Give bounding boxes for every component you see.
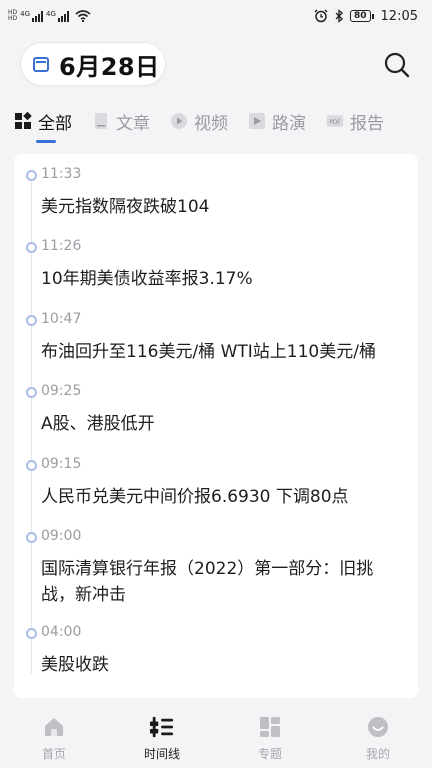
timeline-dot <box>26 242 37 253</box>
document-icon <box>92 112 110 130</box>
timeline-dot <box>26 315 37 326</box>
roadshow-icon <box>248 112 266 130</box>
network1-label: 4G <box>20 10 31 18</box>
timeline-dot <box>26 387 37 398</box>
nav-topics-label: 专题 <box>257 746 282 761</box>
timeline-time: 09:15 <box>41 456 82 472</box>
timeline-title: 10年期美债收益率报3.17% <box>41 269 253 289</box>
date-picker-button[interactable]: 6月28日 <box>20 42 166 86</box>
profile-icon <box>366 715 390 739</box>
tab-articles[interactable]: 文章 <box>92 108 150 134</box>
svg-text:PDF: PDF <box>329 120 340 126</box>
timeline-title: 人民币兑美元中间价报6.6930 下调80点 <box>41 487 349 507</box>
calendar-icon <box>33 56 49 72</box>
status-right: 80 12:05 <box>314 9 418 24</box>
current-date: 6月28日 <box>59 52 160 81</box>
sim1-indicator: HD HD <box>8 10 17 22</box>
nav-profile-label: 我的 <box>365 746 390 761</box>
grid-icon <box>14 112 32 130</box>
timeline-time: 10:47 <box>41 311 82 327</box>
tab-all-label: 全部 <box>38 113 72 134</box>
tab-roadshow[interactable]: 路演 <box>248 108 306 134</box>
bluetooth-icon <box>335 9 343 23</box>
timeline-dot <box>26 460 37 471</box>
play-icon <box>170 112 188 130</box>
timeline-time: 09:25 <box>41 383 82 399</box>
nav-timeline[interactable]: 时间线 <box>122 715 202 762</box>
tab-articles-label: 文章 <box>116 113 150 134</box>
timeline-title: 美股收跌 <box>41 655 109 675</box>
home-icon <box>42 715 66 739</box>
timeline-time: 11:33 <box>41 166 82 182</box>
timeline-title: 美元指数隔夜跌破104 <box>41 197 210 217</box>
tab-all[interactable]: 全部 <box>14 108 72 143</box>
wifi-icon <box>75 10 91 22</box>
active-tab-indicator <box>36 140 56 143</box>
nav-home-label: 首页 <box>41 746 66 761</box>
timeline-time: 11:26 <box>41 238 82 254</box>
nav-timeline-label: 时间线 <box>143 746 180 761</box>
status-left: HD HD 4G 4G <box>8 10 91 22</box>
sim2-label: HD <box>8 15 18 22</box>
network2-label: 4G <box>46 10 56 18</box>
timeline-title: 布油回升至116美元/桶 WTI站上110美元/桶 <box>41 342 376 362</box>
timeline-time: 04:00 <box>41 624 82 640</box>
search-icon[interactable] <box>382 50 412 80</box>
bottom-navigation: 首页 时间线 专题 我的 <box>0 708 432 768</box>
nav-home[interactable]: 首页 <box>14 715 94 762</box>
pdf-icon: PDF <box>326 112 344 130</box>
nav-profile[interactable]: 我的 <box>338 715 418 762</box>
timeline-title: 国际清算银行年报（2022）第一部分：旧挑战，新冲击 <box>41 559 374 605</box>
tab-videos[interactable]: 视频 <box>170 108 228 134</box>
header: 6月28日 <box>0 40 432 88</box>
tab-reports[interactable]: PDF 报告 <box>326 108 384 134</box>
signal1-icon <box>32 10 44 22</box>
signal2-icon <box>57 10 69 22</box>
nav-topics[interactable]: 专题 <box>230 715 310 762</box>
timeline-dot <box>26 628 37 639</box>
timeline-dot <box>26 532 37 543</box>
category-tabs: 全部 文章 视频 路演 PDF 报告 <box>0 108 432 146</box>
timeline-title: A股、港股低开 <box>41 414 155 434</box>
status-time: 12:05 <box>380 8 418 24</box>
topics-icon <box>258 715 282 739</box>
tab-videos-label: 视频 <box>194 113 228 134</box>
timeline-card: 11:33 美元指数隔夜跌破104 11:26 10年期美债收益率报3.17% … <box>14 154 418 698</box>
tab-roadshow-label: 路演 <box>272 113 306 134</box>
timeline-time: 09:00 <box>41 528 82 544</box>
timeline-icon <box>150 715 174 739</box>
timeline-dot <box>26 170 37 181</box>
battery-indicator: 80 <box>350 10 374 22</box>
alarm-icon <box>314 9 328 23</box>
status-bar: HD HD 4G 4G 80 12:05 <box>0 0 432 32</box>
tab-reports-label: 报告 <box>350 113 384 134</box>
